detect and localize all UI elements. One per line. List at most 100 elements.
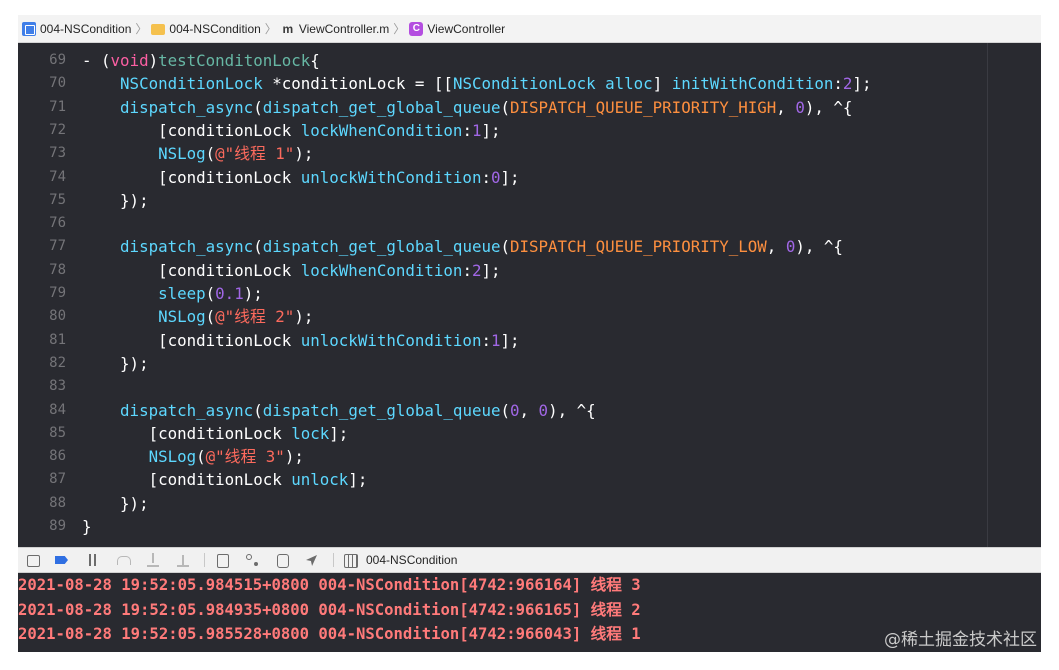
line-number: 72	[49, 121, 66, 138]
code-token: :	[462, 120, 472, 140]
code-token: [conditionLock	[82, 167, 301, 187]
line-number: 70	[49, 75, 66, 92]
step-out-icon[interactable]	[174, 551, 192, 569]
code-token: initWithCondition	[671, 74, 834, 94]
code-line[interactable]: });	[82, 492, 149, 515]
code-token: ,	[519, 400, 539, 420]
code-line[interactable]: sleep(0.1);	[82, 282, 263, 305]
code-token: dispatch_async	[120, 237, 254, 257]
code-token: void	[110, 51, 149, 70]
code-token: NSLog	[158, 307, 206, 327]
console-log-line: 2021-08-28 19:52:05.984515+0800 004-NSCo…	[18, 576, 641, 594]
code-token: {	[310, 51, 320, 70]
hide-debug-area-icon[interactable]	[24, 551, 42, 569]
step-over-icon[interactable]	[114, 551, 132, 569]
code-line[interactable]: - (void)testConditonLock{	[82, 49, 320, 72]
code-line[interactable]: dispatch_async(dispatch_get_global_queue…	[82, 235, 843, 258]
code-area[interactable]: - (void)testConditonLock{ NSConditionLoc…	[82, 43, 1041, 547]
line-number: 71	[49, 98, 66, 115]
target-label[interactable]: 004-NSCondition	[366, 553, 457, 567]
code-token: lockWhenCondition	[300, 260, 463, 280]
code-token: :	[481, 330, 491, 350]
line-number: 83	[49, 378, 66, 395]
line-number: 87	[49, 471, 66, 488]
code-token: ), ^{	[804, 97, 853, 117]
code-line[interactable]: });	[82, 352, 149, 375]
code-line[interactable]: NSLog(@"线程 1");	[82, 142, 313, 165]
line-number: 82	[49, 354, 66, 371]
breadcrumb-label: 004-NSCondition	[169, 21, 261, 36]
code-token: @"线程 1"	[215, 144, 295, 164]
code-token: [conditionLock	[82, 470, 292, 490]
code-token: NSConditionLock	[452, 74, 596, 94]
breakpoints-toggle-icon[interactable]	[54, 551, 72, 569]
chevron-right-icon: 〉	[135, 22, 148, 36]
code-token: 0.1	[215, 284, 244, 303]
code-token: (	[205, 307, 216, 327]
code-token: :	[462, 260, 472, 280]
line-number: 85	[49, 424, 66, 441]
code-line[interactable]: NSLog(@"线程 3");	[82, 445, 304, 468]
line-number: 80	[49, 308, 66, 325]
code-line[interactable]: [conditionLock unlockWithCondition:1];	[82, 329, 519, 352]
environment-overrides-icon[interactable]	[273, 551, 291, 569]
code-token: [conditionLock	[82, 423, 292, 443]
code-line[interactable]: [conditionLock lock];	[82, 422, 349, 445]
code-token: (	[253, 400, 263, 420]
line-number: 69	[49, 52, 66, 68]
breadcrumb-group[interactable]: 004-NSCondition 〉	[151, 15, 280, 42]
code-line[interactable]: NSLog(@"线程 2");	[82, 305, 313, 328]
code-line[interactable]: dispatch_async(dispatch_get_global_queue…	[82, 96, 852, 119]
memory-graph-icon[interactable]	[243, 551, 261, 569]
code-line[interactable]: [conditionLock lockWhenCondition:1];	[82, 119, 500, 142]
step-into-icon[interactable]	[144, 551, 162, 569]
code-line[interactable]: [conditionLock unlockWithCondition:0];	[82, 166, 519, 189]
line-number-gutter: 69 70 71 72 73 74 75 76 77 78 79 80 81 82 83 84 85 86 87 88…	[18, 43, 66, 547]
code-token: dispatch_async	[120, 400, 254, 420]
code-token: ), ^{	[548, 400, 596, 420]
watermark: @稀土掘金技术社区	[884, 630, 1037, 650]
code-token: );	[294, 307, 314, 327]
code-line[interactable]: NSConditionLock *conditionLock = [[NSCon…	[82, 72, 871, 95]
code-token: );	[294, 144, 314, 164]
code-token: 0	[785, 237, 796, 257]
line-number: 76	[49, 215, 66, 232]
code-token: lockWhenCondition	[300, 120, 463, 140]
code-token: NSConditionLock	[120, 74, 263, 94]
code-token: [conditionLock	[82, 330, 301, 350]
code-token: dispatch_async	[120, 97, 254, 117]
code-token: );	[284, 447, 304, 467]
code-line[interactable]: }	[82, 515, 92, 538]
code-token: @"线程 3"	[205, 447, 285, 467]
code-token: ];	[481, 260, 501, 280]
view-hierarchy-icon[interactable]	[213, 551, 231, 569]
code-line[interactable]: [conditionLock lockWhenCondition:2];	[82, 259, 501, 282]
code-token: (	[500, 400, 510, 420]
source-editor[interactable]: 69 70 71 72 73 74 75 76 77 78 79 80 81 82 83 84 85 86 87 88…	[18, 43, 1041, 547]
line-number: 75	[49, 191, 66, 208]
code-token: 0	[510, 400, 520, 420]
code-line[interactable]: dispatch_async(dispatch_get_global_queue…	[82, 399, 596, 422]
code-line[interactable]: [conditionLock unlock];	[82, 468, 368, 491]
code-token: dispatch_get_global_queue	[262, 97, 501, 117]
code-line[interactable]: });	[82, 189, 149, 212]
console-log-line: 2021-08-28 19:52:05.985528+0800 004-NSCo…	[18, 625, 641, 643]
simulate-location-icon[interactable]	[303, 551, 321, 569]
objc-file-icon: m	[282, 21, 294, 36]
code-token: DISPATCH_QUEUE_PRIORITY_LOW	[510, 237, 767, 257]
code-token: (	[205, 144, 216, 164]
code-token: [conditionLock	[82, 120, 301, 140]
breadcrumb-symbol[interactable]: C ViewController	[409, 15, 505, 42]
breadcrumb-project[interactable]: 004-NSCondition 〉	[22, 15, 151, 42]
pause-icon[interactable]	[84, 551, 102, 569]
code-token: )	[148, 51, 159, 70]
toolbar-divider	[333, 553, 334, 567]
breadcrumb-file[interactable]: m ViewController.m 〉	[281, 15, 410, 42]
code-token: *conditionLock = [[	[262, 74, 453, 94]
toolbar-divider	[204, 553, 205, 567]
